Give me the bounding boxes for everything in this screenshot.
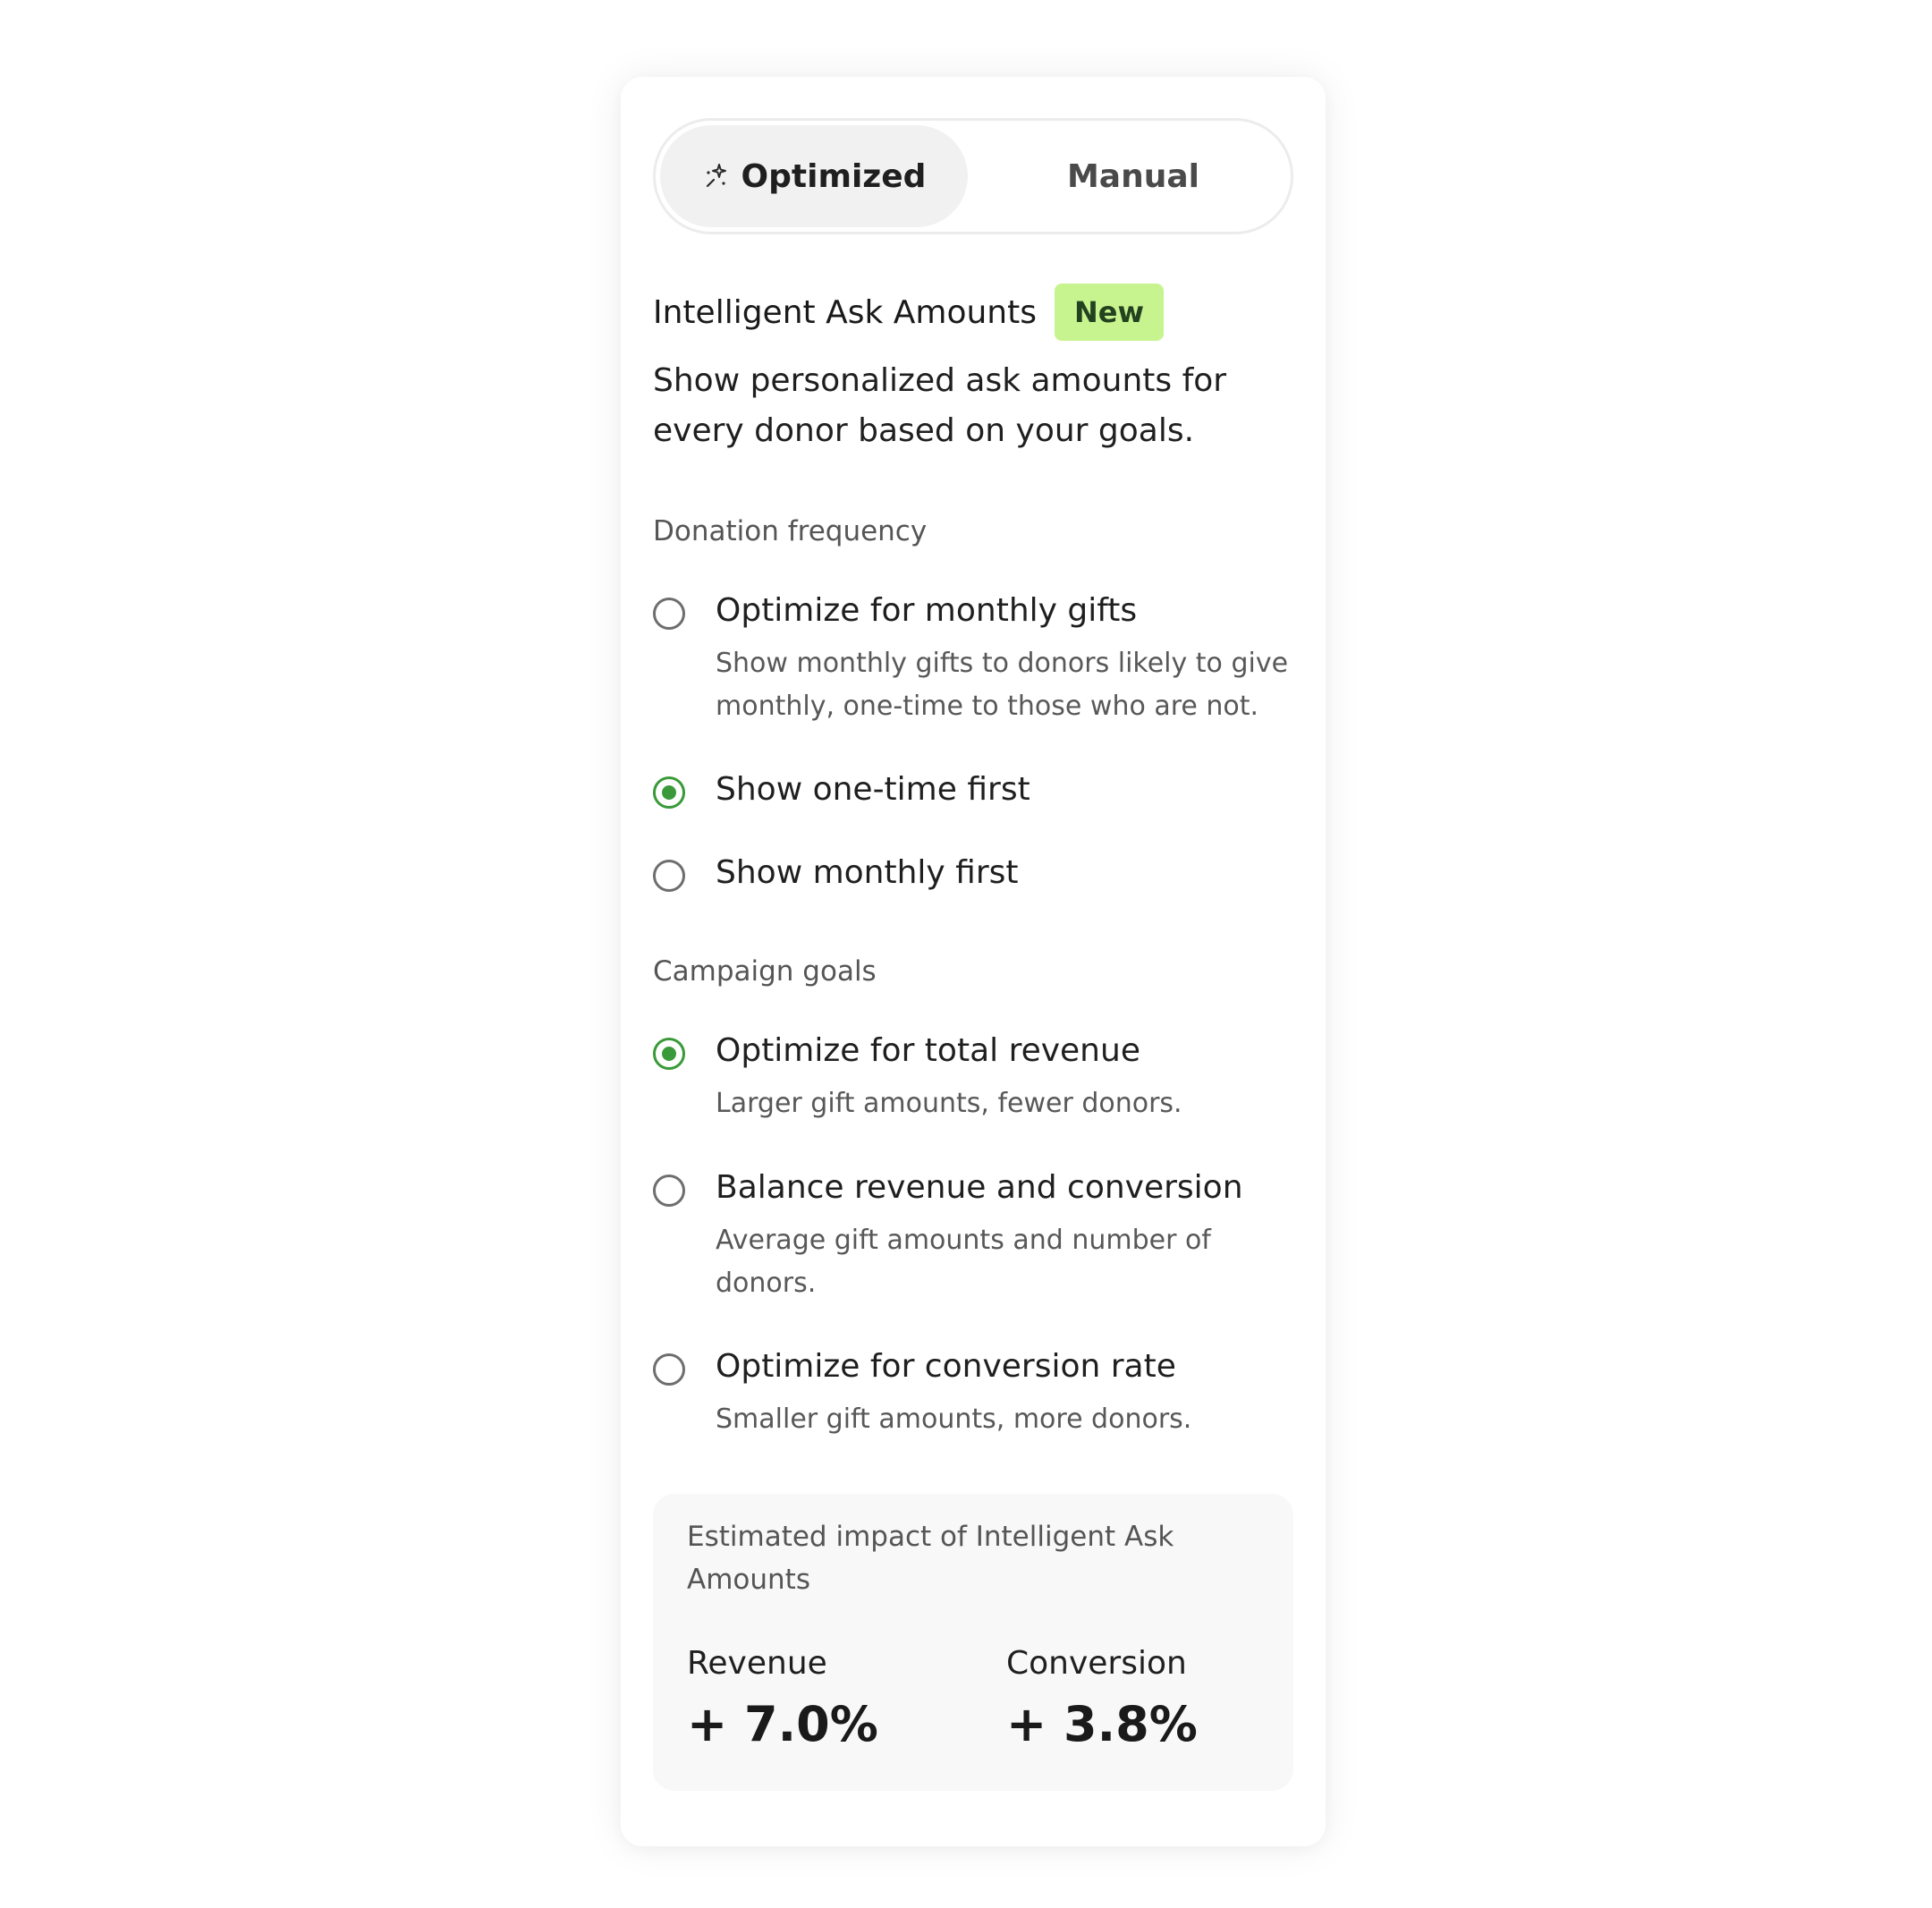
option-label: Show monthly first — [716, 854, 1019, 891]
option-description: Show monthly gifts to donors likely to g… — [716, 648, 1289, 722]
conversion-metric: Conversion + 3.8% — [1006, 1642, 1198, 1753]
option-label: Balance revenue and conversion — [716, 1169, 1243, 1206]
option-label: Optimize for total revenue — [716, 1032, 1140, 1069]
option-total-revenue[interactable]: Optimize for total revenue Larger gift a… — [653, 1032, 1293, 1127]
radio-monthly-gifts[interactable] — [653, 598, 685, 630]
option-one-time-first[interactable]: Show one-time first — [653, 771, 1293, 816]
option-monthly-gifts[interactable]: Optimize for monthly gifts Show monthly … — [653, 592, 1293, 732]
tab-manual-label: Manual — [1066, 157, 1199, 195]
conversion-label: Conversion — [1006, 1645, 1187, 1682]
radio-one-time-first[interactable] — [653, 776, 685, 809]
new-badge: New — [1054, 284, 1165, 341]
donation-frequency-title: Donation frequency — [653, 515, 928, 547]
option-label: Optimize for conversion rate — [716, 1348, 1176, 1385]
tab-optimized[interactable]: Optimized — [660, 125, 968, 227]
radio-conversion-rate[interactable] — [653, 1353, 685, 1386]
conversion-value: + 3.8% — [1006, 1696, 1198, 1752]
feature-header: Intelligent Ask Amounts New — [653, 283, 1165, 342]
option-description: Larger gift amounts, fewer donors. — [716, 1088, 1182, 1119]
option-monthly-first[interactable]: Show monthly first — [653, 854, 1293, 899]
impact-summary: Estimated impact of Intelligent Ask Amou… — [653, 1494, 1293, 1791]
feature-description: Show personalized ask amounts for every … — [653, 362, 1227, 449]
impact-title: Estimated impact of Intelligent Ask Amou… — [687, 1521, 1174, 1596]
option-conversion-rate[interactable]: Optimize for conversion rate Smaller gif… — [653, 1348, 1293, 1443]
option-label: Show one-time first — [716, 771, 1030, 808]
option-label: Optimize for monthly gifts — [716, 592, 1138, 629]
campaign-goals-title: Campaign goals — [653, 955, 877, 988]
mode-toggle: Optimized Manual — [653, 118, 1293, 234]
revenue-label: Revenue — [687, 1645, 827, 1682]
option-balance[interactable]: Balance revenue and conversion Average g… — [653, 1169, 1293, 1309]
feature-title: Intelligent Ask Amounts — [653, 293, 1037, 331]
sparkle-icon — [702, 162, 731, 191]
option-description: Average gift amounts and number of donor… — [716, 1225, 1211, 1299]
radio-total-revenue[interactable] — [653, 1038, 685, 1070]
radio-balance[interactable] — [653, 1174, 685, 1207]
radio-monthly-first[interactable] — [653, 860, 685, 892]
tab-optimized-label: Optimized — [741, 157, 927, 195]
revenue-value: + 7.0% — [687, 1696, 878, 1752]
tab-manual[interactable]: Manual — [979, 125, 1287, 227]
option-description: Smaller gift amounts, more donors. — [716, 1403, 1192, 1435]
ask-amounts-panel: Optimized Manual Intelligent Ask Amounts… — [621, 77, 1326, 1846]
revenue-metric: Revenue + 7.0% — [687, 1642, 878, 1753]
